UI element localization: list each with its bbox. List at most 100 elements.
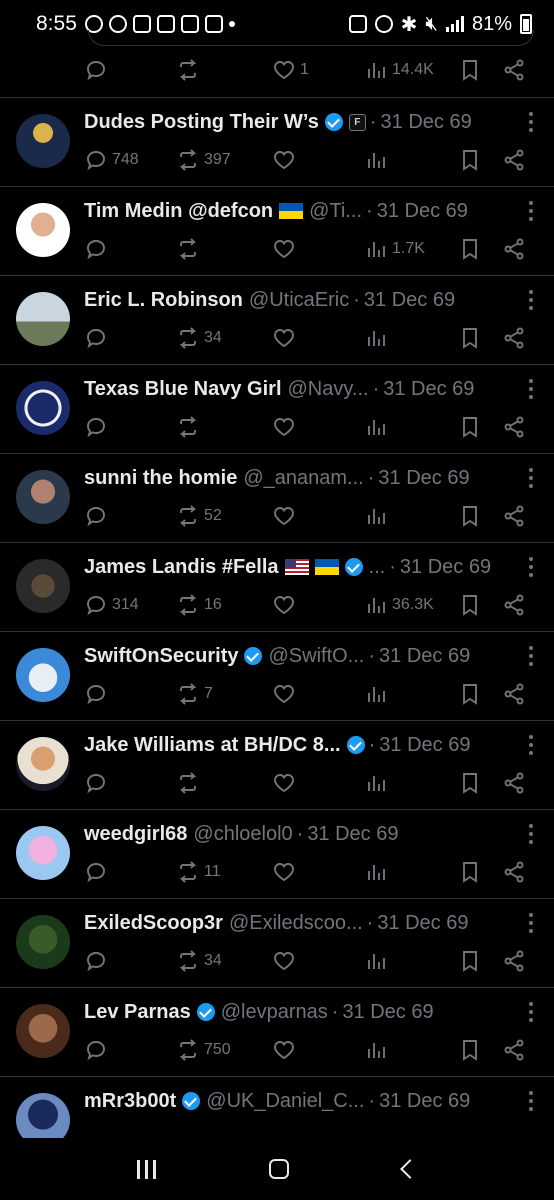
bookmark-button[interactable] — [458, 148, 482, 172]
avatar[interactable] — [16, 292, 70, 346]
views-button[interactable] — [364, 504, 392, 528]
views-button[interactable] — [364, 1038, 392, 1062]
views-button[interactable] — [364, 860, 392, 884]
bookmark-button[interactable] — [458, 593, 482, 617]
author-name[interactable]: ExiledScoop3r — [84, 912, 223, 935]
bookmark-button[interactable] — [458, 860, 482, 884]
more-options-icon[interactable] — [528, 468, 534, 488]
tweet-row[interactable]: Tim Medin @defcon @Ti... · 31 Dec 69 1.7K — [0, 187, 554, 276]
tweet-date[interactable]: 31 Dec 69 — [364, 289, 455, 312]
timeline-feed[interactable]: 1 14.4K Dudes Posting Their W’s F · 31 Dec 6… — [0, 48, 554, 1138]
tweet-row[interactable]: weedgirl68 @chloelol0 · 31 Dec 69 11 — [0, 810, 554, 899]
reply-button[interactable] — [84, 860, 112, 884]
author-name[interactable]: weedgirl68 — [84, 823, 187, 846]
views-button[interactable] — [364, 682, 392, 706]
tweet-date[interactable]: 31 Dec 69 — [377, 200, 468, 223]
share-button[interactable] — [502, 415, 526, 439]
share-button[interactable] — [502, 326, 526, 350]
home-button[interactable] — [269, 1159, 290, 1179]
views-button[interactable] — [364, 415, 392, 439]
reply-button[interactable] — [84, 504, 112, 528]
like-button[interactable] — [272, 148, 300, 172]
share-button[interactable] — [502, 860, 526, 884]
like-button[interactable] — [272, 326, 300, 350]
bookmark-button[interactable] — [458, 1038, 482, 1062]
author-handle[interactable]: @Exiledscoo... — [229, 912, 363, 935]
views-button[interactable]: 36.3K — [364, 593, 434, 617]
avatar[interactable] — [16, 559, 70, 613]
views-button[interactable]: 14.4K — [364, 58, 434, 82]
bookmark-button[interactable] — [458, 771, 482, 795]
tweet-row[interactable]: Texas Blue Navy Girl @Navy... · 31 Dec 69 — [0, 365, 554, 454]
like-button[interactable] — [272, 237, 300, 261]
retweet-button[interactable] — [176, 237, 204, 261]
author-handle[interactable]: @Navy... — [288, 378, 369, 401]
avatar[interactable] — [16, 381, 70, 435]
reply-button[interactable] — [84, 1038, 112, 1062]
bookmark-button[interactable] — [458, 237, 482, 261]
retweet-button[interactable]: 397 — [176, 148, 231, 172]
author-name[interactable]: Texas Blue Navy Girl — [84, 378, 282, 401]
like-button[interactable] — [272, 1038, 300, 1062]
avatar[interactable] — [16, 1093, 70, 1138]
tweet-row[interactable]: James Landis #Fella... · 31 Dec 69 314 16 36.… — [0, 543, 554, 632]
tweet-row[interactable]: Eric L. Robinson @UticaEric · 31 Dec 69 34 — [0, 276, 554, 365]
avatar[interactable] — [16, 1004, 70, 1058]
like-button[interactable] — [272, 415, 300, 439]
share-button[interactable] — [502, 504, 526, 528]
share-button[interactable] — [502, 949, 526, 973]
share-button[interactable] — [502, 237, 526, 261]
retweet-button[interactable] — [176, 771, 204, 795]
avatar[interactable] — [16, 648, 70, 702]
like-button[interactable] — [272, 504, 300, 528]
bookmark-button[interactable] — [458, 504, 482, 528]
retweet-button[interactable]: 34 — [176, 949, 222, 973]
bookmark-button[interactable] — [458, 415, 482, 439]
like-button[interactable]: 1 — [272, 58, 309, 82]
tweet-row[interactable]: SwiftOnSecurity @SwiftO... · 31 Dec 69 7 — [0, 632, 554, 721]
tweet-date[interactable]: 31 Dec 69 — [381, 111, 472, 134]
retweet-button[interactable]: 7 — [176, 682, 213, 706]
tweet-date[interactable]: 31 Dec 69 — [379, 645, 470, 668]
tweet-row[interactable]: mRr3b00t @UK_Daniel_C... · 31 Dec 69 — [0, 1077, 554, 1138]
retweet-button[interactable]: 750 — [176, 1038, 231, 1062]
author-handle[interactable]: @levparnas — [221, 1001, 328, 1024]
more-options-icon[interactable] — [528, 1002, 534, 1022]
retweet-button[interactable] — [176, 415, 204, 439]
tweet-date[interactable]: 31 Dec 69 — [379, 1090, 470, 1113]
author-handle[interactable]: @_ananam... — [243, 467, 363, 490]
tweet-row[interactable]: Jake Williams at BH/DC 8... · 31 Dec 69 — [0, 721, 554, 810]
share-button[interactable] — [502, 593, 526, 617]
reply-button[interactable]: 314 — [84, 593, 139, 617]
author-name[interactable]: SwiftOnSecurity — [84, 645, 238, 668]
more-options-icon[interactable] — [528, 913, 534, 933]
reply-button[interactable]: 748 — [84, 148, 139, 172]
author-name[interactable]: Dudes Posting Their W’s — [84, 111, 319, 134]
more-options-icon[interactable] — [528, 112, 534, 132]
like-button[interactable] — [272, 949, 300, 973]
author-handle[interactable]: ... — [369, 556, 386, 579]
more-options-icon[interactable] — [528, 735, 534, 755]
author-name[interactable]: Tim Medin @defcon — [84, 200, 273, 223]
more-options-icon[interactable] — [528, 201, 534, 221]
retweet-button[interactable]: 34 — [176, 326, 222, 350]
like-button[interactable] — [272, 593, 300, 617]
author-name[interactable]: mRr3b00t — [84, 1090, 176, 1113]
like-button[interactable] — [272, 682, 300, 706]
tweet-date[interactable]: 31 Dec 69 — [383, 378, 474, 401]
reply-button[interactable] — [84, 771, 112, 795]
avatar[interactable] — [16, 915, 70, 969]
views-button[interactable] — [364, 326, 392, 350]
tweet-date[interactable]: 31 Dec 69 — [342, 1001, 433, 1024]
share-button[interactable] — [502, 148, 526, 172]
author-name[interactable]: sunni the homie — [84, 467, 237, 490]
author-handle[interactable]: @UticaEric — [249, 289, 349, 312]
share-button[interactable] — [502, 1038, 526, 1062]
tweet-date[interactable]: 31 Dec 69 — [377, 912, 468, 935]
author-handle[interactable]: @UK_Daniel_C... — [206, 1090, 364, 1113]
reply-button[interactable] — [84, 682, 112, 706]
more-options-icon[interactable] — [528, 557, 534, 577]
like-button[interactable] — [272, 860, 300, 884]
like-button[interactable] — [272, 771, 300, 795]
tweet-date[interactable]: 31 Dec 69 — [400, 556, 491, 579]
